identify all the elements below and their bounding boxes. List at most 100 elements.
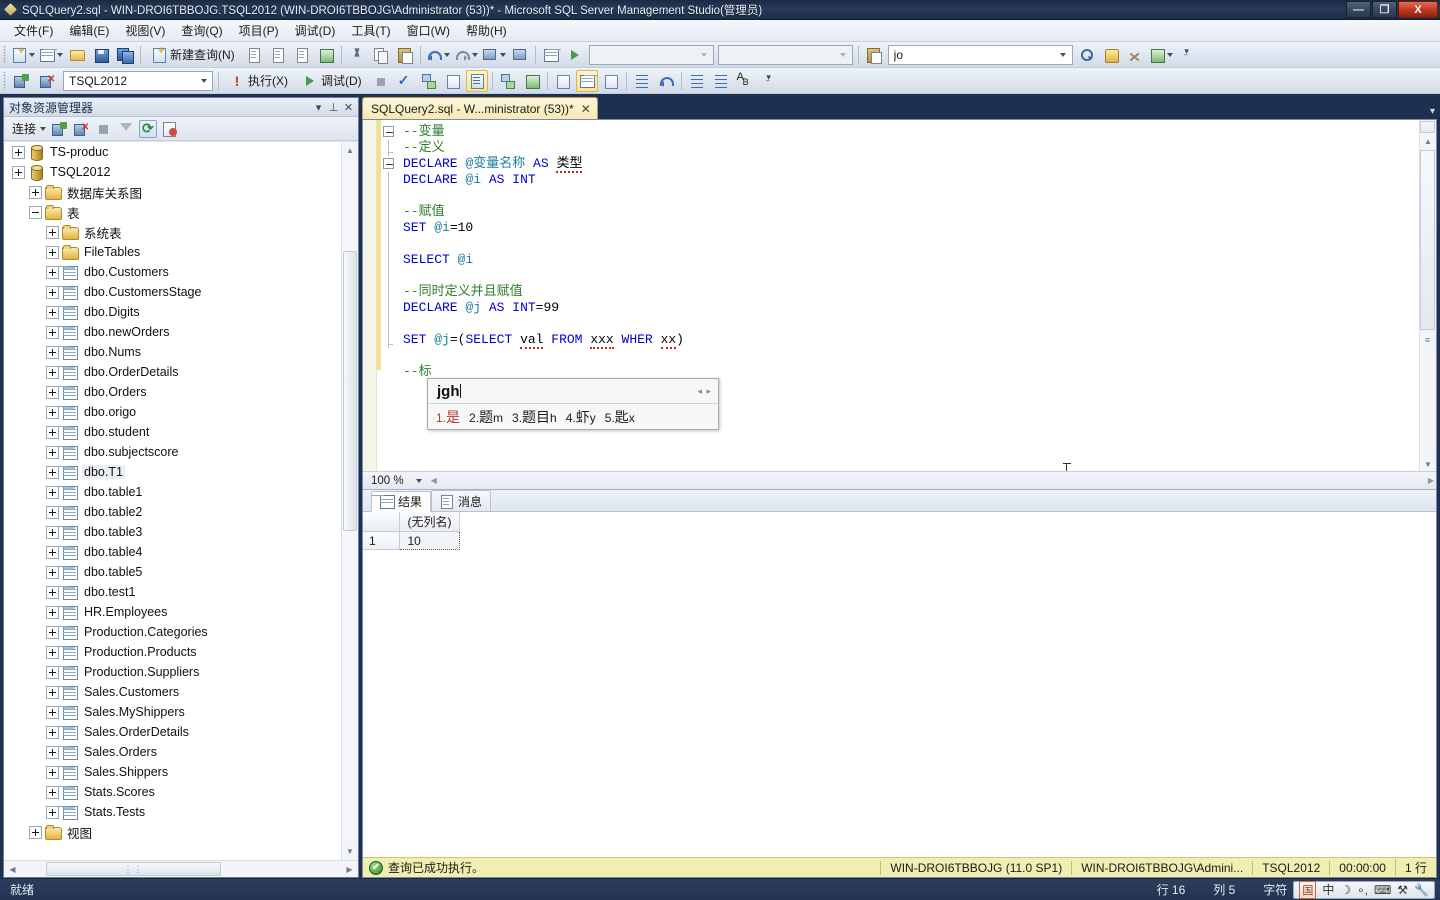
tree-item[interactable]: 数据库关系图 <box>4 182 341 202</box>
start-debug-button[interactable] <box>564 44 586 66</box>
include-actual-plan-button[interactable] <box>497 70 519 92</box>
tree-item[interactable]: dbo.test1 <box>4 582 341 602</box>
navigate-forward-button[interactable] <box>509 44 531 66</box>
tree-item[interactable]: dbo.table5 <box>4 562 341 582</box>
estimated-plan-button[interactable] <box>418 70 440 92</box>
new-query-button[interactable]: 新建查询(N) <box>145 44 241 66</box>
expand-icon[interactable] <box>12 165 25 179</box>
split-editor-button[interactable] <box>1420 121 1435 133</box>
tree-item[interactable]: FileTables <box>4 242 341 262</box>
ime-toolbox-icon[interactable]: ⚒ <box>1397 883 1408 897</box>
expand-icon[interactable] <box>46 285 59 299</box>
toolbar-overflow-button[interactable]: ▾ ‾ <box>758 70 780 92</box>
code-line[interactable]: SET @j=(SELECT val FROM xxx WHER xx) <box>381 332 1414 349</box>
tree-item[interactable]: HR.Employees <box>4 602 341 622</box>
ime-candidate[interactable]: 2.题m <box>469 407 503 427</box>
tree-horizontal-scrollbar[interactable]: ◀ ⋮⋮ ▶ <box>4 860 358 877</box>
zoom-combo[interactable]: 100 % <box>368 474 425 488</box>
tree-item[interactable]: Stats.Tests <box>4 802 341 822</box>
expand-icon[interactable] <box>46 345 59 359</box>
code-text[interactable]: --变量 --定义 DECLARE @变量名称 AS 类型 DECLARE @i AS… <box>381 124 1414 380</box>
ime-settings-icon[interactable]: 🔧 <box>1414 883 1429 897</box>
menu-query[interactable]: 查询(Q) <box>173 20 230 41</box>
tab-list-dropdown-icon[interactable]: ▾ <box>1430 106 1435 117</box>
expand-icon[interactable] <box>46 265 59 279</box>
results-to-text-2-button[interactable] <box>552 70 574 92</box>
ime-candidate-list[interactable]: 1.是 2.题m 3.题目h 4.虾y 5.匙x <box>428 404 718 429</box>
parse-button[interactable] <box>394 70 416 92</box>
ime-page-arrows-icon[interactable]: ◂ ▸ <box>697 386 712 397</box>
expand-icon[interactable] <box>46 245 59 259</box>
collapse-icon[interactable] <box>29 205 42 219</box>
properties-window-button[interactable] <box>1124 44 1146 66</box>
find-input[interactable]: jo <box>887 44 1073 65</box>
tree-item[interactable]: dbo.CustomersStage <box>4 282 341 302</box>
tree-item[interactable]: Production.Suppliers <box>4 662 341 682</box>
ime-candidate-window[interactable]: jgh ◂ ▸ 1.是 2.题m 3.题目h 4.虾y 5.匙x <box>427 378 719 430</box>
menu-project[interactable]: 项目(P) <box>231 20 287 41</box>
expand-icon[interactable] <box>46 465 59 479</box>
row-header-corner[interactable] <box>363 512 400 532</box>
ime-halfwidth-icon[interactable]: ☽ <box>1340 883 1351 897</box>
ime-mode-icon[interactable]: 国 <box>1299 880 1317 899</box>
expand-icon[interactable] <box>46 765 59 779</box>
expand-icon[interactable] <box>46 685 59 699</box>
expand-icon[interactable] <box>29 185 42 199</box>
collapse-region-icon[interactable] <box>383 126 394 137</box>
ime-candidate[interactable]: 1.是 <box>436 407 460 427</box>
code-line[interactable] <box>381 268 1414 284</box>
undo-button[interactable] <box>425 44 451 66</box>
tree-item[interactable]: Production.Products <box>4 642 341 662</box>
find-in-files-button[interactable] <box>1076 44 1098 66</box>
expand-icon[interactable] <box>46 505 59 519</box>
tree-item[interactable]: dbo.Orders <box>4 382 341 402</box>
tree-item[interactable]: Sales.Orders <box>4 742 341 762</box>
ime-chinese-toggle[interactable]: 中 <box>1322 881 1334 898</box>
scroll-thumb-horizontal[interactable]: ⋮⋮ <box>46 862 221 876</box>
oe-refresh-icon[interactable] <box>139 119 158 138</box>
scroll-thumb[interactable] <box>1420 150 1435 330</box>
code-line[interactable]: DECLARE @i AS INT <box>381 172 1414 188</box>
expand-icon[interactable] <box>46 705 59 719</box>
toolbar-grip[interactable] <box>2 45 9 64</box>
expand-icon[interactable] <box>46 785 59 799</box>
include-client-statistics-button[interactable] <box>521 70 543 92</box>
tree-item[interactable]: dbo.Nums <box>4 342 341 362</box>
tree-item[interactable]: 系统表 <box>4 222 341 242</box>
tree-item[interactable]: 表 <box>4 202 341 222</box>
object-explorer-button[interactable] <box>1148 44 1174 66</box>
chevron-down-icon[interactable] <box>835 46 850 64</box>
expand-icon[interactable] <box>46 725 59 739</box>
table-cell[interactable]: 10 <box>398 531 460 550</box>
expand-icon[interactable] <box>46 525 59 539</box>
editor-horizontal-scrollbar[interactable]: ◀ ▶ <box>431 473 1436 489</box>
expand-icon[interactable] <box>46 565 59 579</box>
new-dmx-query-button[interactable] <box>291 44 313 66</box>
oe-stop-icon[interactable] <box>95 120 113 138</box>
results-to-grid-button[interactable] <box>575 69 598 92</box>
code-line[interactable]: --赋值 <box>381 204 1414 220</box>
code-line[interactable]: DECLARE @变量名称 AS 类型 <box>381 156 1414 173</box>
new-integration-services-query-button[interactable] <box>315 44 337 66</box>
oe-disconnect-icon[interactable] <box>73 120 91 138</box>
tree-item[interactable]: dbo.table2 <box>4 502 341 522</box>
paste-button[interactable] <box>394 44 416 66</box>
save-all-button[interactable] <box>114 44 136 66</box>
tree-item[interactable]: dbo.Customers <box>4 262 341 282</box>
scroll-right-icon[interactable]: ▶ <box>341 865 358 874</box>
tree-item[interactable]: dbo.origo <box>4 402 341 422</box>
expand-icon[interactable] <box>46 625 59 639</box>
tree-vertical-scrollbar[interactable]: ▲ ▼ <box>341 142 358 860</box>
chevron-down-icon[interactable] <box>415 478 422 483</box>
tree-item[interactable]: dbo.OrderDetails <box>4 362 341 382</box>
tree-item[interactable]: 视图 <box>4 822 341 842</box>
scroll-down-icon[interactable]: ▼ <box>342 843 358 860</box>
menu-edit[interactable]: 编辑(E) <box>61 20 117 41</box>
expand-icon[interactable] <box>12 145 25 159</box>
tab-sqlquery2[interactable]: SQLQuery2.sql - W...ministrator (53))* ✕ <box>362 97 598 119</box>
open-file-button[interactable] <box>66 44 88 66</box>
results-to-text-button[interactable] <box>465 69 488 92</box>
code-line[interactable]: --变量 <box>381 124 1414 140</box>
panel-pin-icon[interactable]: ⊥ <box>326 101 341 114</box>
code-line[interactable] <box>381 188 1414 204</box>
